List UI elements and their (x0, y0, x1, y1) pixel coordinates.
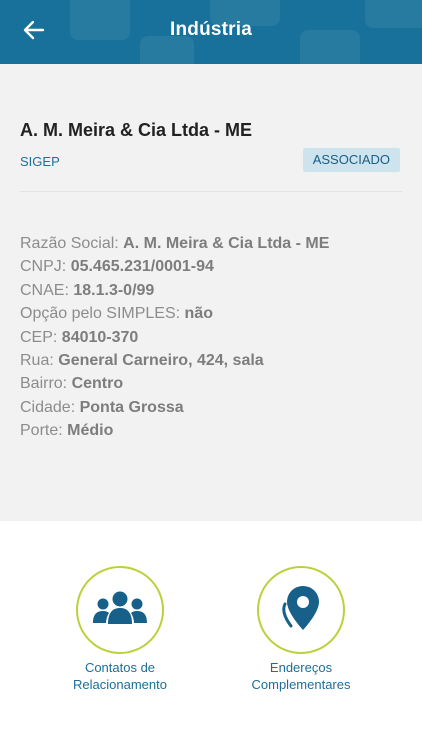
detail-cidade: Cidade: Ponta Grossa (20, 398, 184, 416)
detail-razao-social: Razão Social: A. M. Meira & Cia Ltda - M… (20, 235, 330, 252)
company-card: A. M. Meira & Cia Ltda - ME SIGEP ASSOCI… (0, 64, 422, 521)
company-details: Razão Social: A. M. Meira & Cia Ltda - M… (20, 232, 329, 443)
status-badge: ASSOCIADO (302, 148, 400, 172)
contacts-label: Contatos de Relacionamento (73, 660, 167, 692)
company-name: A. M. Meira & Cia Ltda - ME (20, 120, 253, 140)
addresses-button[interactable]: Endereços Complementares (216, 566, 386, 693)
divider (20, 191, 402, 192)
detail-porte: Porte: Médio (20, 422, 114, 440)
detail-rua: Rua: General Carneiro, 424, sala (20, 352, 264, 370)
contacts-button[interactable]: Contatos de Relacionamento (35, 566, 205, 693)
addresses-icon-circle (257, 566, 345, 654)
detail-simples: Opção pelo SIMPLES: não (20, 305, 213, 323)
map-pin-icon (282, 586, 319, 630)
organization-label: SIGEP (20, 154, 60, 169)
detail-cnpj: CNPJ: 05.465.231/0001-94 (20, 258, 214, 276)
detail-cnae: CNAE: 18.1.3-0/99 (20, 281, 155, 299)
users-icon (93, 591, 147, 624)
detail-cep: CEP: 84010-370 (20, 328, 139, 346)
page-title: Indústria (169, 19, 253, 40)
app-header: Indústria (0, 0, 422, 64)
addresses-label: Endereços Complementares (251, 660, 351, 692)
contacts-icon-circle (76, 566, 164, 654)
detail-bairro: Bairro: Centro (20, 375, 124, 393)
